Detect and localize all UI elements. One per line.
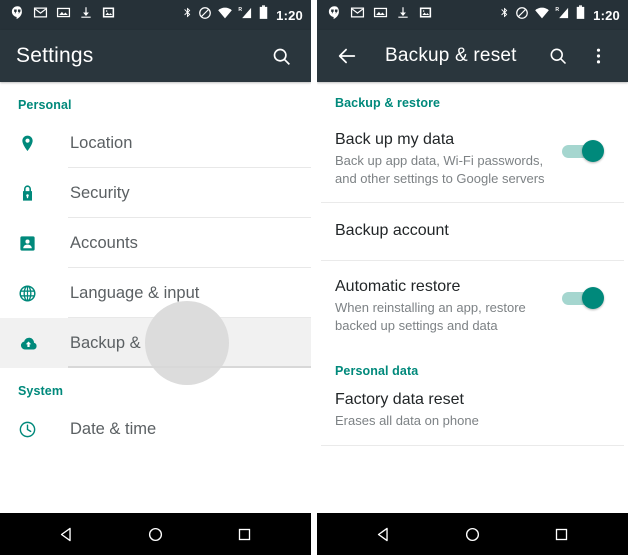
navigation-bar	[0, 513, 311, 555]
home-circle-icon[interactable]	[133, 513, 179, 555]
battery-icon	[576, 5, 585, 25]
do-not-disturb-icon	[198, 6, 212, 25]
download-icon	[79, 5, 93, 25]
sidebar-item-date-and-time[interactable]: Date & time	[0, 404, 311, 454]
sidebar-item-label: Date & time	[70, 419, 157, 438]
preference-texts: Back up my data Back up app data, Wi-Fi …	[335, 130, 552, 188]
status-clock: 1:20	[276, 7, 303, 23]
status-notification-icons	[327, 5, 499, 25]
toggle-thumb	[582, 140, 604, 162]
svg-text:R: R	[556, 7, 560, 13]
sidebar-item-label: Location	[70, 133, 133, 152]
toggle-thumb	[582, 286, 604, 309]
preference-title: Automatic restore	[335, 277, 461, 295]
person-badge-icon	[18, 234, 48, 253]
sidebar-item-accounts[interactable]: Accounts	[0, 218, 311, 268]
gmail-icon	[350, 5, 365, 25]
back-up-my-data-toggle[interactable]	[562, 138, 608, 164]
cloud-upload-icon	[18, 334, 48, 353]
wifi-icon	[534, 6, 550, 24]
sidebar-item-label: Language & input	[70, 283, 200, 302]
preference-subtitle: When reinstalling an app, restore backed…	[335, 299, 526, 333]
screenshot-icon	[56, 5, 71, 25]
row-divider	[321, 444, 624, 446]
sidebar-item-label: Backup & reset	[70, 333, 182, 352]
status-clock: 1:20	[593, 7, 620, 23]
preference-title: Factory data reset	[335, 390, 464, 408]
photo-icon	[101, 5, 116, 25]
recents-square-icon[interactable]	[539, 513, 585, 555]
preference-back-up-my-data[interactable]: Back up my data Back up app data, Wi-Fi …	[317, 116, 628, 203]
bluetooth-icon	[499, 5, 510, 25]
sidebar-item-label: Security	[70, 183, 130, 202]
sidebar-item-language-and-input[interactable]: Language & input	[0, 268, 311, 318]
section-header-system: System	[18, 384, 64, 398]
sidebar-item-label: Accounts	[70, 233, 138, 252]
sidebar-item-security[interactable]: Security	[0, 168, 311, 218]
preference-subtitle: Back up app data, Wi-Fi passwords, and o…	[335, 153, 545, 186]
lock-icon	[18, 184, 48, 203]
status-system-icons: R 1:20	[182, 5, 303, 25]
gmail-icon	[33, 5, 48, 25]
navigation-bar	[317, 513, 628, 555]
globe-icon	[18, 284, 48, 303]
do-not-disturb-icon	[515, 6, 529, 25]
download-icon	[396, 5, 410, 25]
status-bar: R 1:20	[317, 0, 628, 30]
hangouts-icon	[10, 5, 25, 25]
svg-text:R: R	[239, 7, 243, 13]
overflow-menu-icon[interactable]	[578, 36, 618, 76]
backup-and-reset-screen: R 1:20 Backup & reset Backup & restore B…	[317, 0, 628, 555]
preference-automatic-restore[interactable]: Automatic restore When reinstalling an a…	[317, 260, 628, 350]
dual-screenshot-comparison: R 1:20 Settings Personal Location Securi…	[0, 0, 628, 555]
back-triangle-icon[interactable]	[361, 513, 407, 555]
battery-icon	[259, 5, 268, 25]
preference-texts: Automatic restore When reinstalling an a…	[335, 277, 552, 335]
sidebar-item-location[interactable]: Location	[0, 118, 311, 168]
settings-app-bar: Settings	[0, 30, 311, 82]
sidebar-item-backup-and-reset[interactable]: Backup & reset	[0, 301, 311, 385]
section-header-backup-and-restore: Backup & restore	[335, 96, 441, 110]
wifi-icon	[217, 6, 233, 24]
section-header-personal: Personal	[18, 98, 72, 112]
clock-icon	[18, 420, 48, 439]
backup-app-bar: Backup & reset	[317, 30, 628, 82]
preference-subtitle: Erases all data on phone	[335, 412, 479, 428]
search-icon[interactable]	[538, 36, 578, 76]
screenshot-icon	[373, 5, 388, 25]
bluetooth-icon	[182, 5, 193, 25]
page-title: Backup & reset	[385, 45, 517, 66]
roaming-signal-icon: R	[555, 6, 571, 25]
status-notification-icons	[10, 5, 182, 25]
row-divider	[68, 366, 311, 368]
status-system-icons: R 1:20	[499, 5, 620, 25]
automatic-restore-toggle[interactable]	[562, 285, 608, 311]
preference-backup-account[interactable]: Backup account	[317, 202, 628, 261]
back-arrow-icon[interactable]	[327, 36, 367, 76]
settings-screen: R 1:20 Settings Personal Location Securi…	[0, 0, 311, 555]
page-title: Settings	[16, 44, 94, 67]
preference-title: Backup account	[335, 221, 449, 239]
backup-settings-list: Backup & restore Back up my data Back up…	[317, 82, 628, 513]
preference-factory-data-reset[interactable]: Factory data reset Erases all data on ph…	[317, 383, 628, 446]
location-pin-icon	[18, 134, 48, 153]
recents-square-icon[interactable]	[222, 513, 268, 555]
photo-icon	[418, 5, 433, 25]
settings-list: Personal Location Security Accounts Lang…	[0, 82, 311, 513]
preference-texts: Factory data reset Erases all data on ph…	[335, 390, 612, 430]
hangouts-icon	[327, 5, 342, 25]
search-icon[interactable]	[261, 36, 301, 76]
roaming-signal-icon: R	[238, 6, 254, 25]
back-triangle-icon[interactable]	[44, 513, 90, 555]
status-bar: R 1:20	[0, 0, 311, 30]
section-header-personal-data: Personal data	[335, 363, 419, 378]
preference-title: Back up my data	[335, 131, 455, 148]
home-circle-icon[interactable]	[450, 513, 496, 555]
preference-texts: Backup account	[335, 221, 612, 241]
